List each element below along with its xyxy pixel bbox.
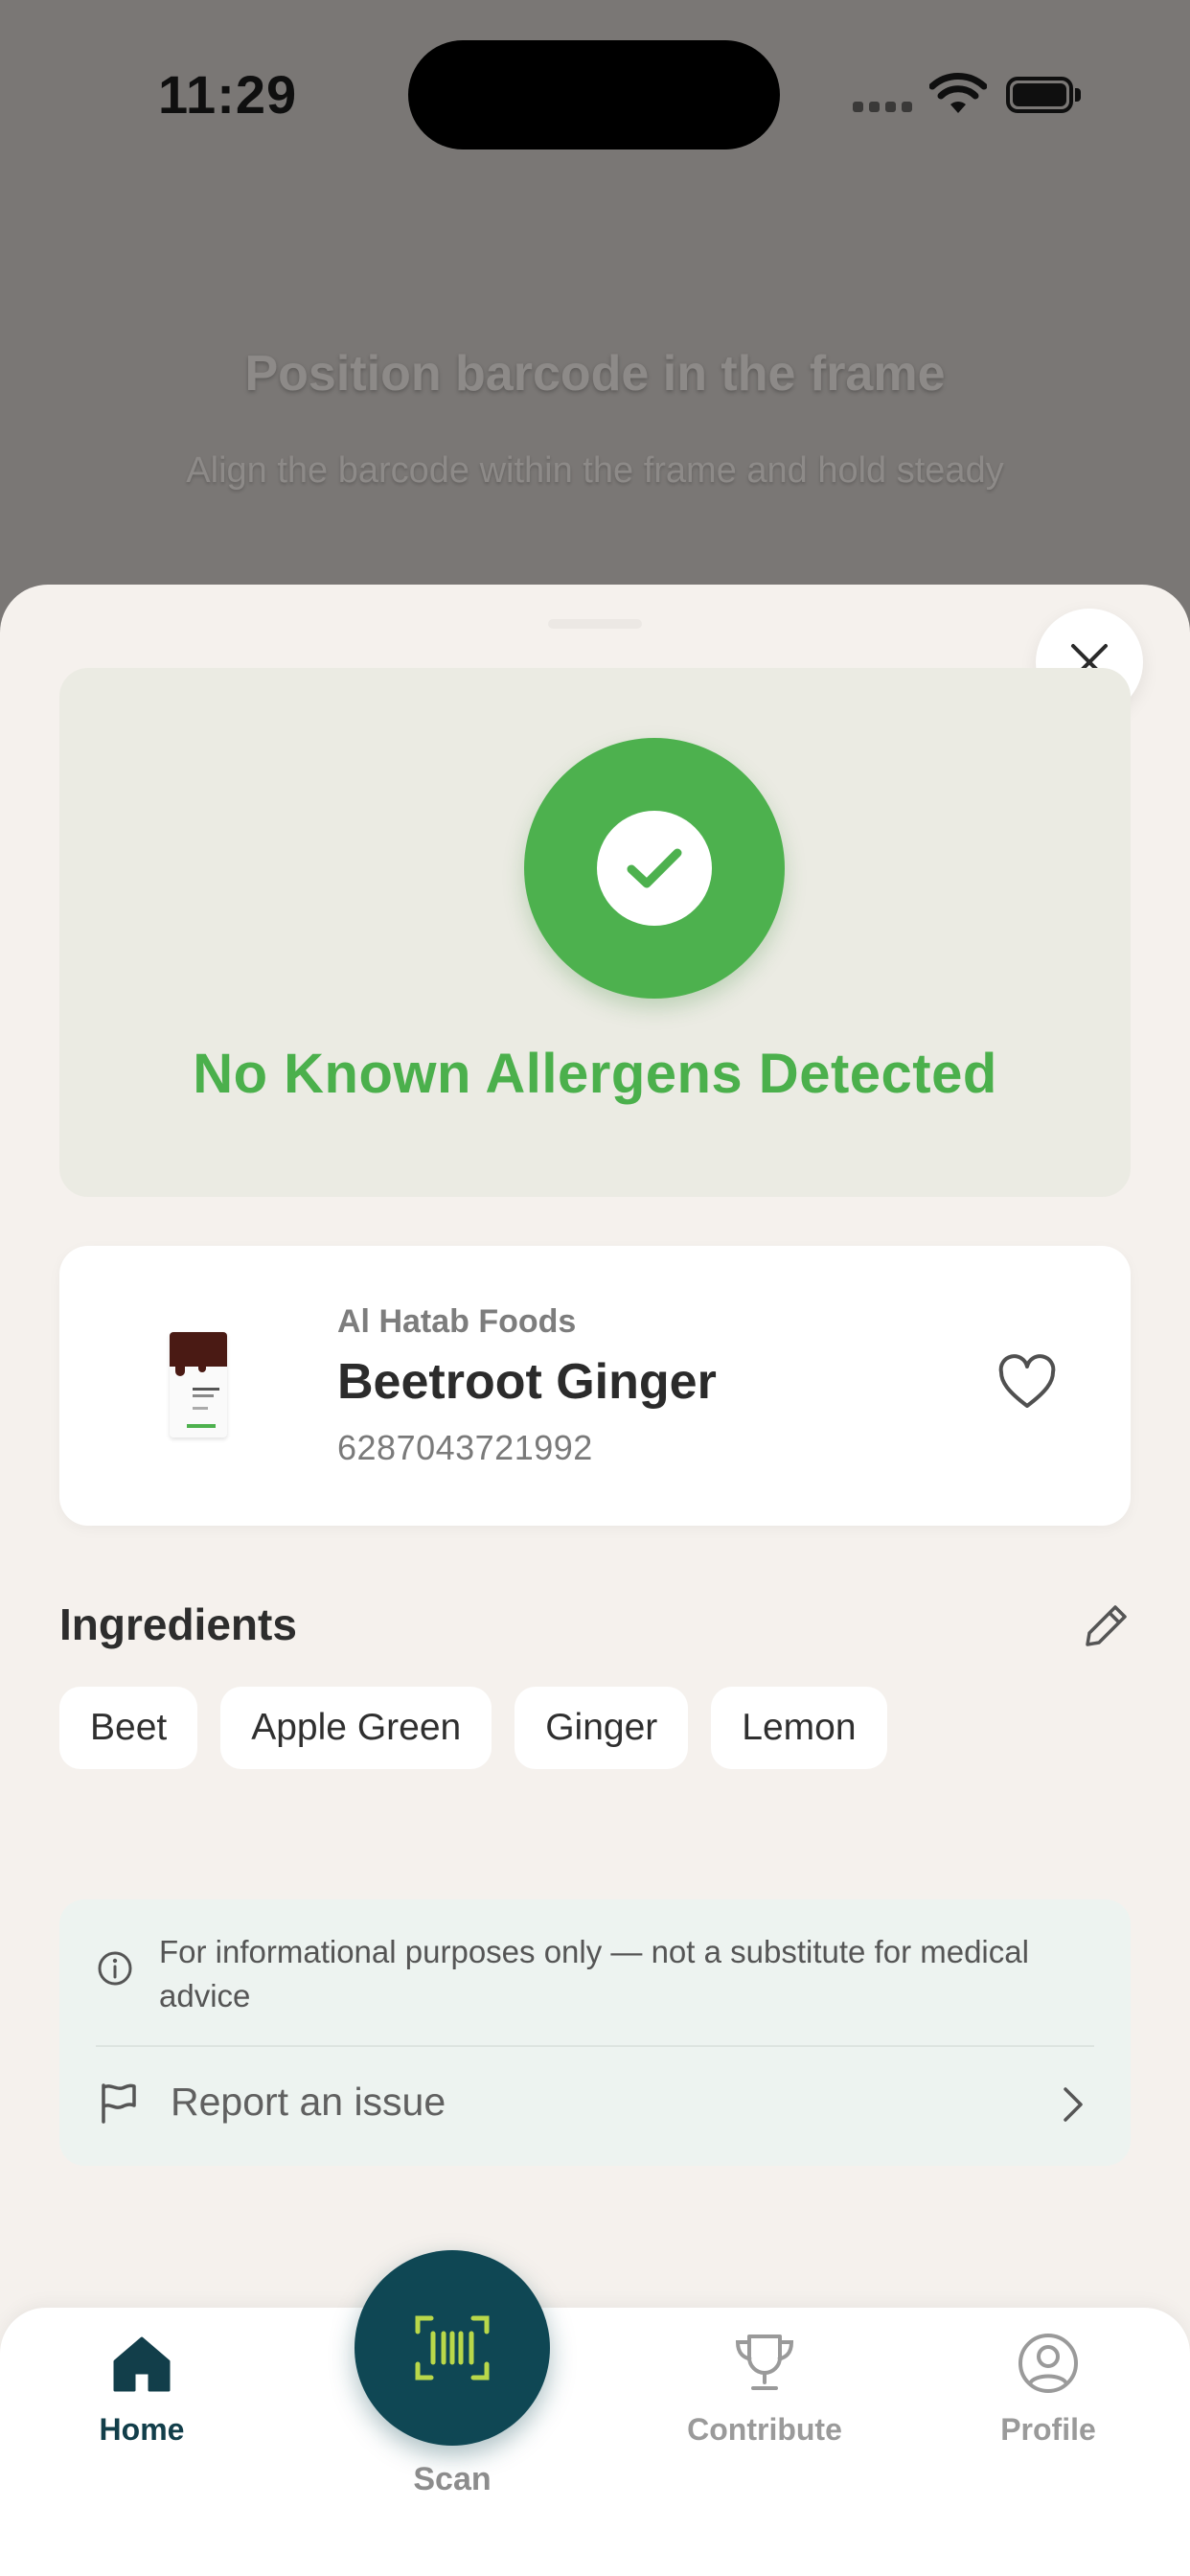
- report-issue-label[interactable]: Report an issue: [171, 2080, 446, 2125]
- dynamic-island: [408, 40, 780, 150]
- product-brand: Al Hatab Foods: [337, 1303, 577, 1340]
- product-barcode: 6287043721992: [337, 1428, 593, 1467]
- wifi-icon: [929, 73, 987, 113]
- info-icon: [98, 1951, 132, 1986]
- trophy-icon: [735, 2334, 794, 2390]
- barcode-scan-icon: [415, 2315, 490, 2380]
- product-card[interactable]: Al Hatab Foods Beetroot Ginger 628704372…: [59, 1246, 1131, 1526]
- scan-button[interactable]: [355, 2250, 550, 2446]
- scanner-subtitle: Align the barcode within the frame and h…: [186, 450, 1004, 491]
- disclaimer-text: For informational purposes only — not a …: [159, 1934, 1029, 2013]
- home-icon: [113, 2336, 171, 2392]
- cellular-signal-icon: [853, 102, 912, 115]
- flag-icon: [102, 2083, 136, 2124]
- product-name: Beetroot Ginger: [337, 1354, 717, 1410]
- tab-home[interactable]: Home: [46, 2329, 238, 2448]
- ingredient-chips: Beet Apple Green Ginger Lemon: [59, 1687, 887, 1769]
- pencil-icon[interactable]: [1083, 1601, 1131, 1649]
- chevron-right-icon: [1064, 2087, 1083, 2122]
- scanner-title: Position barcode in the frame: [244, 346, 946, 402]
- check-icon: [627, 848, 682, 888]
- battery-icon: [1006, 77, 1083, 113]
- profile-icon: [1018, 2334, 1078, 2393]
- tab-profile[interactable]: Profile: [952, 2329, 1144, 2448]
- tab-home-label: Home: [99, 2412, 185, 2447]
- sheet-grabber[interactable]: [548, 619, 642, 629]
- tab-scan-label[interactable]: Scan: [356, 2461, 548, 2498]
- product-image: [170, 1332, 227, 1438]
- tab-profile-label: Profile: [1000, 2412, 1096, 2447]
- allergen-result-card: No Known Allergens Detected: [59, 668, 1131, 1197]
- ingredient-chip: Beet: [59, 1687, 198, 1769]
- ingredient-chip: Apple Green: [220, 1687, 492, 1769]
- result-message: No Known Allergens Detected: [193, 1043, 997, 1105]
- info-box: For informational purposes only — not a …: [59, 1899, 1131, 2166]
- heart-icon[interactable]: [996, 1353, 1058, 1414]
- tab-contribute[interactable]: Contribute: [669, 2329, 860, 2448]
- tab-contribute-label: Contribute: [687, 2412, 842, 2447]
- ingredients-title: Ingredients: [59, 1599, 297, 1649]
- ingredient-chip: Lemon: [711, 1687, 887, 1769]
- divider: [96, 2045, 1094, 2047]
- ingredient-chip: Ginger: [515, 1687, 689, 1769]
- status-time: 11:29: [158, 64, 298, 125]
- status-circle: [524, 738, 785, 999]
